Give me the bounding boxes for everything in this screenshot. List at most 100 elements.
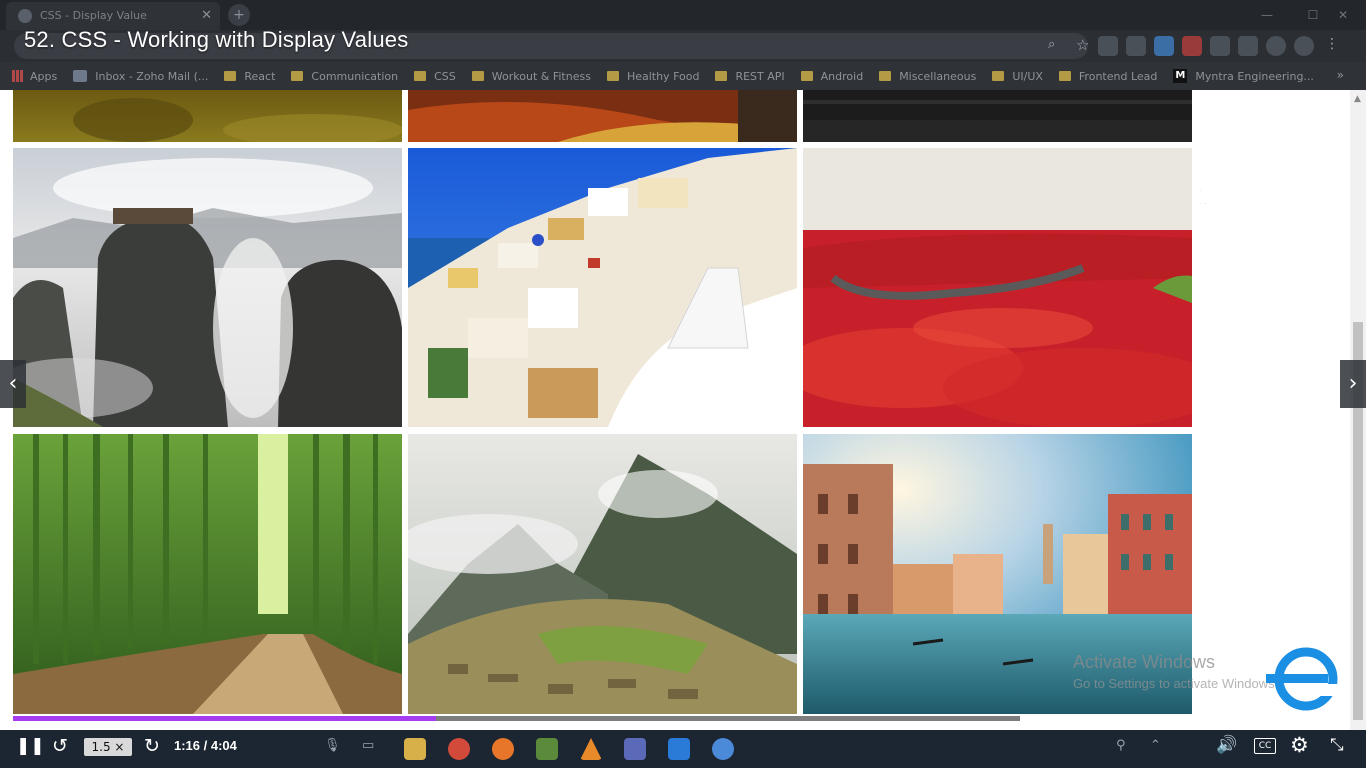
video-progress-fill bbox=[13, 716, 436, 721]
vscode-icon[interactable] bbox=[668, 738, 690, 760]
people-icon[interactable]: ⚲ bbox=[1116, 738, 1126, 753]
bookmark-label: Workout & Fitness bbox=[491, 69, 591, 83]
bookmark-item[interactable]: CSS bbox=[414, 70, 456, 83]
bookmark-item[interactable]: REST API bbox=[715, 69, 785, 83]
bookmark-label: Communication bbox=[311, 69, 399, 83]
bookmark-item[interactable]: Apps bbox=[12, 70, 57, 83]
folder-icon bbox=[715, 71, 728, 81]
bookmark-item[interactable]: React bbox=[224, 70, 275, 83]
browser-tab-strip: CSS - Display Value ✕ + — ☐ ✕ bbox=[0, 0, 1366, 30]
rewind-icon[interactable]: ↺ bbox=[52, 735, 68, 757]
bookmark-star-icon[interactable]: ☆ bbox=[1076, 36, 1089, 54]
chrome-icon[interactable] bbox=[448, 738, 470, 760]
bookmark-label: REST API bbox=[735, 69, 785, 83]
extension-icon[interactable] bbox=[1154, 36, 1174, 56]
bookmark-item[interactable]: Workout & Fitness bbox=[471, 69, 591, 83]
bookmark-label: UI/UX bbox=[1012, 69, 1043, 83]
apps-grid-icon bbox=[12, 70, 24, 82]
zoom-icon[interactable]: ⌕ bbox=[1048, 37, 1055, 52]
folder-icon bbox=[1058, 71, 1071, 81]
minimize-window-icon[interactable]: — bbox=[1244, 0, 1290, 30]
browser-tab[interactable]: CSS - Display Value ✕ bbox=[6, 2, 220, 30]
folder-icon bbox=[291, 71, 304, 81]
bookmark-item[interactable]: UI/UX bbox=[992, 70, 1043, 83]
bookmark-item[interactable]: Android bbox=[800, 69, 864, 83]
extension-icon[interactable] bbox=[1238, 36, 1258, 56]
bookmark-item[interactable]: Miscellaneous bbox=[879, 70, 976, 83]
bookmark-label: Frontend Lead bbox=[1078, 69, 1158, 83]
tab-favicon-icon bbox=[18, 9, 32, 23]
bookmark-label: React bbox=[244, 69, 276, 83]
volume-icon[interactable]: 🔊 bbox=[1216, 735, 1237, 755]
page-content bbox=[0, 90, 1350, 730]
bookmarks-overflow-icon[interactable]: » bbox=[1337, 68, 1344, 82]
bookmark-label: CSS bbox=[434, 69, 456, 83]
scroll-up-icon[interactable]: ▲ bbox=[1354, 94, 1361, 104]
closed-captions-button[interactable]: CC bbox=[1254, 738, 1276, 754]
task-view-icon[interactable]: ▭ bbox=[362, 738, 374, 753]
vlc-icon[interactable] bbox=[580, 738, 602, 760]
exit-fullscreen-icon[interactable]: ⤡ bbox=[1330, 735, 1344, 755]
gallery-image-meadow bbox=[13, 90, 402, 142]
browser-menu-icon[interactable]: ⋮ bbox=[1322, 36, 1342, 56]
extension-icon[interactable] bbox=[1182, 36, 1202, 56]
profile-avatar-icon[interactable] bbox=[1294, 36, 1314, 56]
gallery-image-santorini bbox=[408, 148, 797, 427]
extension-icon[interactable] bbox=[1210, 36, 1230, 56]
next-arrow-button[interactable]: › bbox=[1340, 360, 1366, 408]
bookmark-label: Miscellaneous bbox=[899, 69, 977, 83]
video-title: 52. CSS - Working with Display Values bbox=[24, 27, 409, 52]
bookmark-label: Apps bbox=[30, 69, 58, 83]
app-icon[interactable] bbox=[712, 738, 734, 760]
gallery-image-meteora-cliffs bbox=[13, 148, 402, 427]
bookmarks-bar: Apps Inbox - Zoho Mail (... React Communica… bbox=[0, 62, 1366, 90]
bookmark-item[interactable]: M Myntra Engineering... bbox=[1173, 69, 1314, 83]
folder-icon bbox=[224, 71, 237, 81]
activate-windows-subtitle: Go to Settings to activate Windows. bbox=[1073, 676, 1279, 691]
video-progress-bar[interactable] bbox=[13, 716, 1020, 721]
close-window-icon[interactable]: ✕ bbox=[1320, 0, 1366, 30]
mail-icon bbox=[73, 70, 88, 82]
bookmark-item[interactable]: Healthy Food bbox=[606, 69, 700, 83]
video-player-bar: ❚❚ ↺ 1.5 × ↻ 1:16 / 4:04 🎙 ▭ ⚲ ⌃ 🔊 CC ⚙ … bbox=[0, 730, 1366, 768]
tab-close-icon[interactable]: ✕ bbox=[201, 2, 212, 30]
folder-icon bbox=[800, 71, 813, 81]
gallery-image-bamboo-forest bbox=[13, 434, 402, 714]
folder-icon bbox=[992, 71, 1005, 81]
tab-title: CSS - Display Value bbox=[40, 9, 147, 22]
bookmark-label: Inbox - Zoho Mail (... bbox=[95, 69, 209, 83]
extension-icons: ⋮ bbox=[1098, 36, 1342, 56]
settings-gear-icon[interactable]: ⚙ bbox=[1290, 733, 1309, 757]
folder-icon bbox=[414, 71, 427, 81]
gallery-image-red-kochia-hills bbox=[803, 148, 1192, 427]
extension-icon[interactable] bbox=[1098, 36, 1118, 56]
bookmark-label: Myntra Engineering... bbox=[1195, 69, 1314, 83]
playback-speed-button[interactable]: 1.5 × bbox=[84, 738, 132, 756]
page-scrollbar[interactable]: ▲ bbox=[1350, 90, 1366, 730]
forward-icon[interactable]: ↻ bbox=[144, 735, 160, 757]
gallery-image-machu-picchu bbox=[408, 434, 797, 714]
folder-icon bbox=[879, 71, 892, 81]
bookmark-item[interactable]: Inbox - Zoho Mail (... bbox=[73, 70, 208, 83]
firefox-icon[interactable] bbox=[492, 738, 514, 760]
extension-icon[interactable] bbox=[1126, 36, 1146, 56]
bookmark-label: Healthy Food bbox=[626, 69, 700, 83]
tray-chevron-icon[interactable]: ⌃ bbox=[1150, 738, 1161, 753]
folder-icon bbox=[471, 71, 484, 81]
file-explorer-icon[interactable] bbox=[404, 738, 426, 760]
bookmark-item[interactable]: Frontend Lead bbox=[1058, 69, 1158, 83]
video-time: 1:16 / 4:04 bbox=[174, 738, 237, 753]
activate-windows-title: Activate Windows bbox=[1073, 652, 1216, 672]
app-icon[interactable] bbox=[536, 738, 558, 760]
microphone-icon[interactable]: 🎙 bbox=[324, 738, 341, 753]
bookmark-item[interactable]: Communication bbox=[291, 70, 398, 83]
app-icon[interactable] bbox=[624, 738, 646, 760]
edureka-logo-icon bbox=[1266, 647, 1338, 711]
new-tab-button[interactable]: + bbox=[228, 4, 250, 26]
extension-icon[interactable] bbox=[1266, 36, 1286, 56]
pause-icon[interactable]: ❚❚ bbox=[16, 736, 45, 756]
bookmark-label: Android bbox=[820, 69, 864, 83]
folder-icon bbox=[606, 71, 619, 81]
previous-arrow-button[interactable]: ‹ bbox=[0, 360, 26, 408]
screen: CSS - Display Value ✕ + — ☐ ✕ ⌕ ☆ ⋮ 52. … bbox=[0, 0, 1366, 768]
